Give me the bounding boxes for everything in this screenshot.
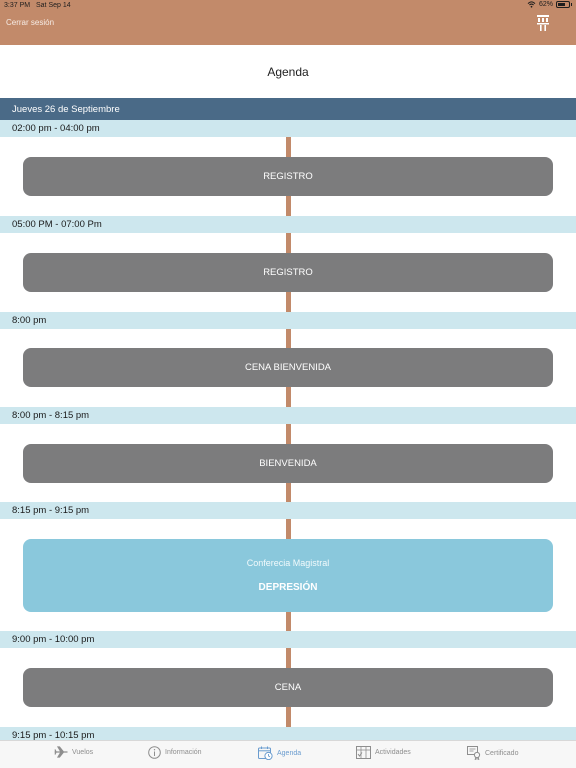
agenda-date-header: Jueves 26 de Septiembre xyxy=(0,98,576,120)
event-title: DEPRESIÓN xyxy=(258,582,318,593)
header: 3:37 PM Sat Sep 14 62% Cerrar sesión xyxy=(0,0,576,45)
tab-label: Actividades xyxy=(375,749,411,756)
event-card[interactable]: CENA xyxy=(23,668,553,707)
event-title: REGISTRO xyxy=(263,171,313,182)
calendar-icon xyxy=(258,746,273,760)
info-icon xyxy=(148,746,161,759)
wifi-icon xyxy=(527,1,536,8)
page-title: Agenda xyxy=(267,64,309,79)
airplane-icon xyxy=(54,746,68,758)
event-card[interactable]: BIENVENIDA xyxy=(23,444,553,483)
logout-button[interactable]: Cerrar sesión xyxy=(6,18,54,27)
tab-label: Agenda xyxy=(277,749,302,757)
battery-percent: 62% xyxy=(538,1,553,8)
event-card[interactable]: CENA BIENVENIDA xyxy=(23,348,553,387)
event-card[interactable]: REGISTRO xyxy=(23,253,553,292)
time-slot: 8:00 pm - 8:15 pm xyxy=(0,407,576,424)
time-slot: 8:15 pm - 9:15 pm xyxy=(0,502,576,519)
time-slot: 9:00 pm - 10:00 pm xyxy=(0,631,576,648)
event-title: CENA xyxy=(274,682,302,693)
tab-label: Certificado xyxy=(485,749,519,757)
time-slot: 9:15 pm - 10:15 pm xyxy=(0,727,576,740)
tab-bar: Vuelos Información Agenda Actividades Ce… xyxy=(0,740,576,768)
event-card[interactable]: REGISTRO xyxy=(23,157,553,196)
event-title: CENA BIENVENIDA xyxy=(244,362,332,373)
status-date: Sat Sep 14 xyxy=(36,2,71,9)
institution-logo-icon xyxy=(537,15,549,31)
tab-agenda[interactable]: Agenda xyxy=(258,746,301,760)
agenda-list[interactable]: 02:00 pm - 04:00 pm REGISTRO 05:00 PM - … xyxy=(0,120,576,740)
event-title: BIENVENIDA xyxy=(259,458,317,469)
time-slot: 05:00 PM - 07:00 Pm xyxy=(0,216,576,233)
event-subtitle: Conferecia Magistral xyxy=(246,558,330,568)
battery-icon xyxy=(556,1,572,8)
certificate-icon xyxy=(467,746,481,760)
tab-informacion[interactable]: Información xyxy=(148,746,202,759)
tab-vuelos[interactable]: Vuelos xyxy=(54,746,93,758)
tab-certificado[interactable]: Certificado xyxy=(467,746,518,760)
event-title: REGISTRO xyxy=(263,267,313,278)
activities-icon xyxy=(356,746,371,759)
status-right: 62% xyxy=(527,1,572,8)
time-slot: 02:00 pm - 04:00 pm xyxy=(0,120,576,137)
app-screen: 3:37 PM Sat Sep 14 62% Cerrar sesión Age… xyxy=(0,0,576,768)
status-bar: 3:37 PM Sat Sep 14 62% xyxy=(0,0,576,12)
status-time: 3:37 PM xyxy=(4,2,31,9)
tab-actividades[interactable]: Actividades xyxy=(356,746,411,759)
event-card-highlight[interactable]: Conferecia Magistral DEPRESIÓN xyxy=(23,539,553,612)
tab-label: Información xyxy=(165,749,202,756)
tab-label: Vuelos xyxy=(72,748,94,756)
time-slot: 8:00 pm xyxy=(0,312,576,329)
